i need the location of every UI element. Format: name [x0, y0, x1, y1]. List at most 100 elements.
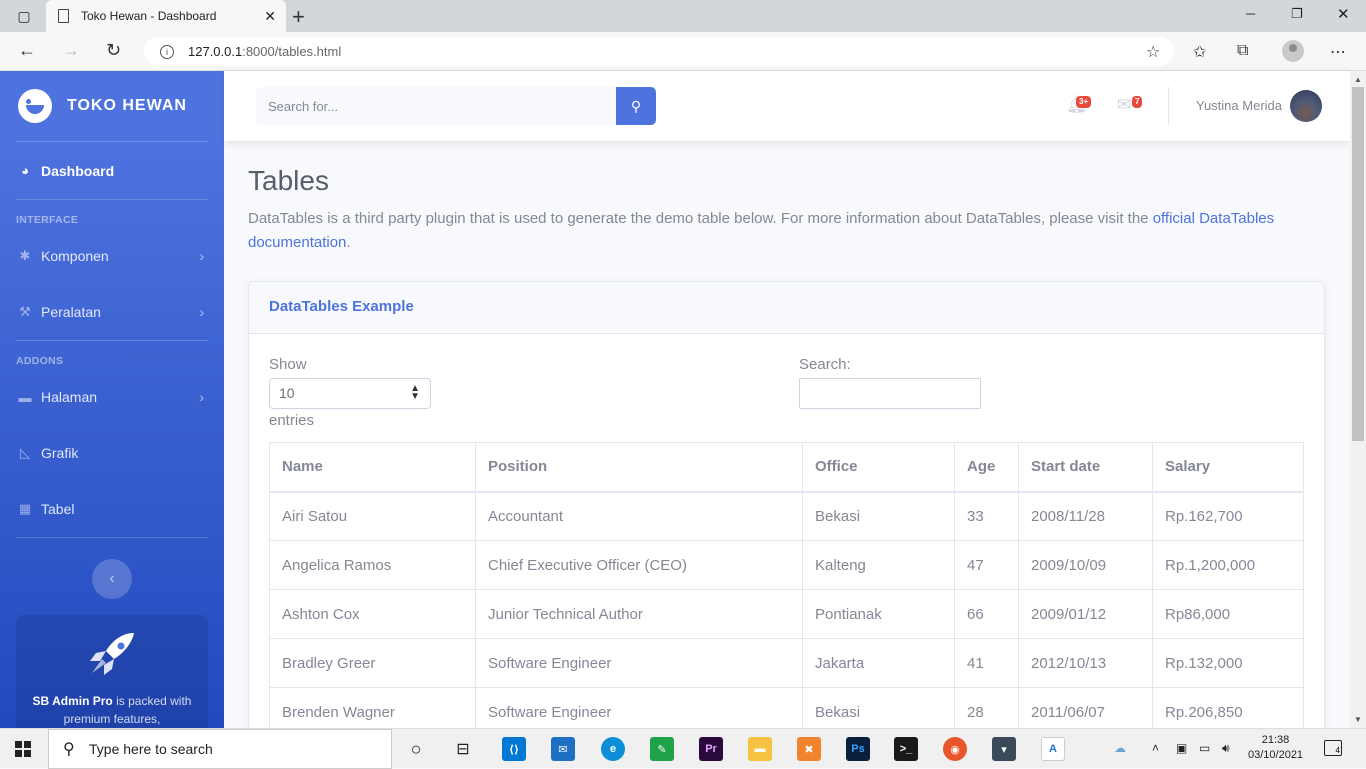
sidebar-item-halaman[interactable]: ▬ Halaman ›: [0, 369, 224, 425]
add-favorite-icon[interactable]: ☆: [1146, 42, 1160, 62]
file-explorer-icon[interactable]: ▬: [748, 737, 772, 761]
entries-value: 10: [279, 385, 295, 401]
scroll-up-arrow-icon[interactable]: ▲: [1354, 75, 1362, 84]
chevron-left-icon: ‹: [109, 570, 115, 587]
site-info-icon[interactable]: i: [160, 44, 174, 59]
user-name[interactable]: Yustina Merida: [1196, 98, 1282, 113]
sidebar-item-tabel[interactable]: ▦ Tabel: [0, 481, 224, 537]
search-button[interactable]: ⚲: [616, 87, 656, 125]
sidebar-item-dashboard[interactable]: ◕ Dashboard: [0, 142, 224, 199]
browser-tab[interactable]: Toko Hewan - Dashboard ✕: [46, 0, 286, 32]
cell-start-date: 2009/01/12: [1018, 589, 1153, 639]
brand-name: TOKO HEWAN: [67, 97, 187, 114]
rocket-icon: [90, 633, 134, 675]
url-field[interactable]: i 127.0.0.1:8000/tables.html: [144, 37, 1174, 66]
windows-start-icon[interactable]: [15, 741, 31, 757]
cortana-icon[interactable]: ○: [404, 737, 428, 761]
table-row: Airi Satou Accountant Bekasi 33 2008/11/…: [269, 491, 1304, 541]
show-label: Show: [269, 356, 307, 373]
scrollbar-thumb[interactable]: [1352, 87, 1364, 441]
search-icon: ⚲: [630, 97, 642, 114]
close-tab-icon[interactable]: ✕: [264, 8, 276, 25]
user-avatar[interactable]: [1290, 90, 1322, 122]
collections-icon[interactable]: ⧉: [1237, 42, 1248, 60]
minimize-icon[interactable]: ─: [1246, 6, 1255, 21]
app-icon[interactable]: A: [1041, 737, 1065, 761]
meet-now-icon[interactable]: ▣: [1176, 741, 1187, 755]
forward-arrow-icon[interactable]: →: [62, 40, 80, 61]
cell-salary: Rp.1,200,000: [1152, 540, 1304, 590]
column-header-position[interactable]: Position: [475, 442, 803, 493]
edge-browser-icon[interactable]: e: [601, 737, 625, 761]
cell-name: Ashton Cox: [269, 589, 476, 639]
cog-icon: ✱: [19, 248, 31, 263]
scroll-down-arrow-icon[interactable]: ▼: [1354, 715, 1362, 724]
entries-select[interactable]: 10 ▲ ▼: [269, 378, 431, 409]
topbar-search-input[interactable]: Search for...: [256, 87, 616, 125]
table-header-row: Name Position Office Age Start date Sala…: [269, 442, 1304, 493]
taskbar-search-box[interactable]: ⚲ Type here to search: [48, 729, 392, 769]
reload-icon[interactable]: ↻: [106, 40, 121, 61]
chevron-right-icon: ›: [199, 248, 204, 264]
xampp-icon[interactable]: ✖: [797, 737, 821, 761]
terminal-icon[interactable]: >_: [894, 737, 918, 761]
sidebar-item-peralatan[interactable]: ⚒ Peralatan ›: [0, 284, 224, 340]
table-row: Ashton Cox Junior Technical Author Ponti…: [269, 589, 1304, 639]
column-header-office[interactable]: Office: [802, 442, 955, 493]
taskbar-clock[interactable]: 21:38 03/10/2021: [1248, 733, 1303, 763]
notepad-icon[interactable]: ✎: [650, 737, 674, 761]
back-arrow-icon[interactable]: ←: [18, 40, 36, 61]
sidebar-toggle-button[interactable]: ‹: [92, 559, 132, 599]
mail-icon[interactable]: ✉: [551, 737, 575, 761]
cell-start-date: 2009/10/09: [1018, 540, 1153, 590]
weather-icon[interactable]: ☁: [1114, 741, 1126, 755]
volume-icon[interactable]: 🔊︎: [1222, 741, 1230, 756]
column-header-start-date[interactable]: Start date: [1018, 442, 1153, 493]
description-text: DataTables is a third party plugin that …: [248, 210, 1153, 227]
more-menu-icon[interactable]: ⋯: [1330, 42, 1346, 62]
chevron-right-icon: ›: [199, 389, 204, 405]
close-window-icon[interactable]: ✕: [1337, 5, 1350, 23]
task-view-icon[interactable]: ⊟: [451, 737, 475, 761]
browser-tab-strip: ▢ Toko Hewan - Dashboard ✕ + ─ ❐ ✕: [0, 0, 1366, 32]
downloads-icon[interactable]: ▾: [992, 737, 1016, 761]
page-description: DataTables is a third party plugin that …: [248, 207, 1326, 255]
messages-envelope-icon[interactable]: ✉: [1117, 95, 1131, 115]
vscode-icon[interactable]: ⟨⟩: [502, 737, 526, 761]
cell-position: Software Engineer: [475, 638, 803, 688]
column-header-age[interactable]: Age: [954, 442, 1019, 493]
restore-icon[interactable]: ❐: [1291, 6, 1303, 22]
column-header-salary[interactable]: Salary: [1152, 442, 1304, 493]
folder-icon: ▬: [18, 389, 32, 405]
messages-badge: 7: [1132, 96, 1143, 108]
photoshop-icon[interactable]: Ps: [846, 737, 870, 761]
sidebar-brand[interactable]: TOKO HEWAN: [0, 71, 224, 141]
divider: [16, 537, 208, 538]
cell-office: Jakarta: [802, 638, 955, 688]
new-tab-button[interactable]: +: [292, 4, 305, 30]
cell-start-date: 2012/10/13: [1018, 638, 1153, 688]
sidebar-heading: ADDONS: [16, 355, 64, 367]
premiere-pro-icon[interactable]: Pr: [699, 737, 723, 761]
notification-center-icon[interactable]: 4: [1324, 740, 1342, 756]
sidebar-item-komponen[interactable]: ✱ Komponen ›: [0, 228, 224, 284]
cell-name: Bradley Greer: [269, 638, 476, 688]
table-search-input[interactable]: [799, 378, 981, 409]
browser-profile-avatar[interactable]: [1282, 40, 1304, 62]
cell-office: Kalteng: [802, 540, 955, 590]
column-header-name[interactable]: Name: [269, 442, 476, 493]
firefox-icon[interactable]: ◉: [943, 737, 967, 761]
tab-actions-icon[interactable]: ▢: [14, 6, 34, 26]
main-content: Tables DataTables is a third party plugi…: [248, 141, 1326, 741]
cell-position: Junior Technical Author: [475, 589, 803, 639]
battery-icon[interactable]: ▭: [1199, 741, 1210, 755]
show-hidden-icons-chevron-icon[interactable]: ˄: [1152, 741, 1159, 755]
sidebar-item-label: Peralatan: [41, 304, 101, 320]
taskbar-search-text: Type here to search: [89, 741, 213, 757]
favorites-icon[interactable]: ✩: [1193, 42, 1206, 62]
laugh-wink-icon: [18, 89, 52, 123]
entries-label: entries: [269, 412, 315, 429]
cell-name: Airi Satou: [269, 491, 476, 541]
page-scrollbar[interactable]: ▲ ▼: [1350, 71, 1366, 728]
sidebar-item-grafik[interactable]: ◺ Grafik: [0, 425, 224, 481]
